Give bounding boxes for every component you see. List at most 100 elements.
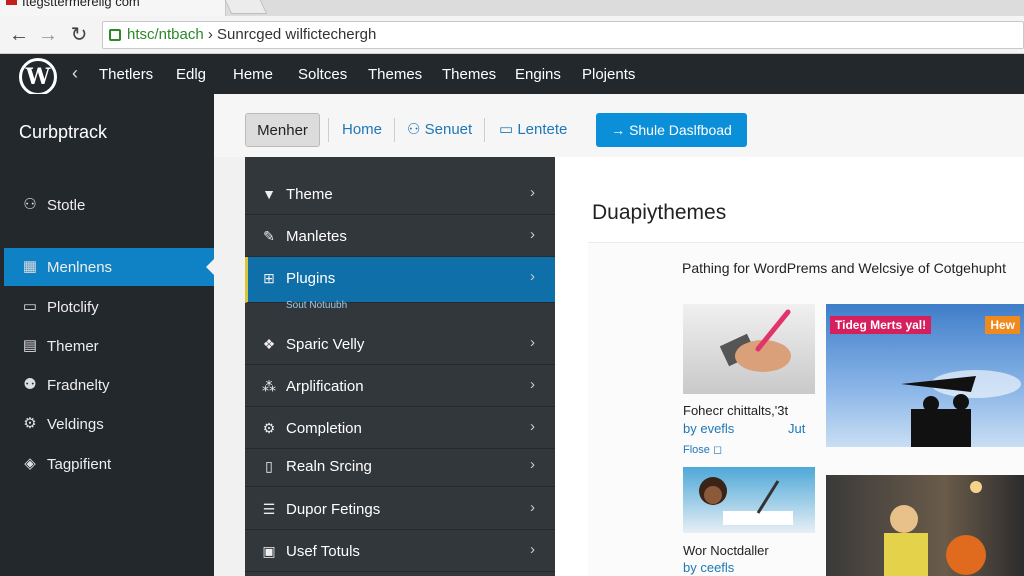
- admin-sidebar: Curbptrack ⚇ Stotle ▦ Menlnens ▭ Plotcli…: [0, 94, 214, 576]
- sidebar-item-label: Tagpifient: [47, 456, 112, 473]
- topnav-item[interactable]: Heme: [233, 66, 273, 83]
- toolbar-divider: [328, 118, 329, 142]
- musician-image: [884, 481, 986, 576]
- arrow-right-icon: →: [611, 122, 630, 138]
- chevron-right-icon: ›: [530, 226, 535, 243]
- sidebar-item-fradnelty[interactable]: ⚉ Fradnelty: [0, 366, 214, 404]
- topnav-item[interactable]: Plojents: [582, 66, 635, 83]
- topnav-item[interactable]: Themes: [368, 66, 422, 83]
- chevron-right-icon: ›: [530, 184, 535, 201]
- grid-icon: ▦: [22, 258, 38, 275]
- browser-tab[interactable]: Itegsttermerelig com: [0, 0, 226, 16]
- menu-item-completion[interactable]: ⚙ Completion ›: [245, 407, 555, 449]
- chevron-right-icon: ›: [530, 456, 535, 473]
- sidebar-item-label: Fradnelty: [47, 377, 110, 394]
- tag-icon: ◈: [24, 455, 36, 472]
- plugin-icon: ⊞: [263, 270, 275, 286]
- menu-item-theme[interactable]: ▼ Theme ›: [245, 173, 555, 215]
- topnav-item[interactable]: Themes: [442, 66, 496, 83]
- theme-card-author[interactable]: by ceefls: [683, 560, 734, 575]
- chevron-right-icon: ›: [530, 499, 535, 516]
- menu-item-label: Plugins: [286, 270, 336, 287]
- theme-card-author[interactable]: by evefls: [683, 421, 734, 436]
- lentete-link[interactable]: ▭ Lentete: [499, 113, 567, 147]
- menu-item-label: Dupor Fetings: [286, 501, 381, 518]
- topnav-item[interactable]: Edlg: [176, 66, 206, 83]
- forward-arrow-icon[interactable]: →: [37, 24, 59, 46]
- sidebar-item-veldings[interactable]: ⚙ Veldings: [0, 405, 214, 443]
- sidebar-item-themer[interactable]: ▤ Themer: [0, 327, 214, 365]
- menu-item-label: Manletes: [286, 228, 347, 245]
- url-input[interactable]: htsc/ntbach › Sunrcged wilfictechergh: [102, 21, 1024, 49]
- address-bar-row: ← → ↻ htsc/ntbach › Sunrcged wilficteche…: [0, 16, 1024, 54]
- menu-item-manletes[interactable]: ✎ Manletes ›: [245, 215, 555, 257]
- page-toolbar: Menher Home ⚇ Senuet ▭ Lentete → Shule D…: [214, 94, 1024, 157]
- theme-card-link[interactable]: Flose ◻: [683, 443, 722, 456]
- child-writing-image: [699, 477, 793, 525]
- chevron-right-icon: ›: [530, 376, 535, 393]
- brush-icon: ▼: [262, 186, 276, 202]
- comment-icon: ▭: [22, 298, 38, 315]
- submenu-hint: Sout Notuubh: [286, 300, 348, 311]
- menu-item-usef-totuls[interactable]: ▣ Usef Totuls ›: [245, 530, 555, 572]
- browser-tab-bar: Itegsttermerelig com: [0, 0, 1024, 16]
- wordpress-logo-icon[interactable]: W: [19, 58, 57, 96]
- sidebar-item-menlnens[interactable]: ▦ Menlnens: [4, 248, 214, 286]
- theme-thumbnail[interactable]: [683, 467, 815, 533]
- network-icon: ⁂: [262, 378, 276, 394]
- sidebar-item-label: Plotclify: [47, 299, 99, 316]
- new-tab-button[interactable]: [224, 0, 268, 14]
- chevron-left-icon[interactable]: ‹: [72, 63, 78, 84]
- wrench-icon: ✎: [263, 228, 275, 244]
- home-link[interactable]: Home: [342, 113, 382, 147]
- senuet-link[interactable]: ⚇ Senuet: [407, 113, 472, 147]
- comment-icon: ▭: [499, 121, 518, 138]
- table-icon: ▣: [262, 543, 276, 559]
- content-panel: Duapiythemes Pathing for WordPrems and W…: [555, 157, 1024, 576]
- menu-item-arplification[interactable]: ⁂ Arplification ›: [245, 365, 555, 407]
- sidebar-item-plotclify[interactable]: ▭ Plotclify: [0, 288, 214, 326]
- menu-item-label: Theme: [286, 186, 333, 203]
- theme-thumbnail[interactable]: [683, 304, 815, 394]
- chevron-right-icon: ›: [530, 541, 535, 558]
- theme-card-area: Pathing for WordPrems and Welcsiye of Co…: [588, 242, 1024, 576]
- people-icon: ⚉: [23, 376, 37, 393]
- menu-item-dupor-fetings[interactable]: ☰ Dupor Fetings ›: [245, 488, 555, 530]
- dashboard-button[interactable]: → Shule Daslfboad: [596, 113, 747, 147]
- section-subtitle: Pathing for WordPrems and Welcsiye of Co…: [682, 260, 1006, 276]
- silhouette-image: [901, 370, 1021, 447]
- lock-icon: [109, 29, 121, 41]
- theme-thumbnail[interactable]: [826, 475, 1024, 576]
- lentete-label: Lentete: [517, 121, 568, 138]
- sidebar-item-label: Stotle: [47, 197, 86, 214]
- theme-card-title[interactable]: Wor Noctdaller: [683, 543, 769, 558]
- dropdown-menu: ▼ Theme › ✎ Manletes › ⊞ Plugins › Sout …: [245, 157, 555, 576]
- topnav-item[interactable]: Thetlers: [99, 66, 153, 83]
- sidebar-item-tagpifient[interactable]: ◈ Tagpifient: [0, 445, 214, 483]
- site-name[interactable]: Curbptrack: [19, 122, 107, 143]
- page-title: Duapiythemes: [592, 201, 727, 224]
- member-button[interactable]: Menher: [245, 113, 320, 147]
- toolbar-divider: [484, 118, 485, 142]
- chevron-right-icon: ›: [530, 334, 535, 351]
- tab-title: Itegsttermerelig com: [22, 0, 140, 9]
- user-icon: ⚇: [23, 196, 37, 213]
- favicon-icon: [6, 0, 17, 5]
- theme-card-title[interactable]: Fohecr chittalts,'3t: [683, 403, 788, 418]
- topnav-item[interactable]: Soltces: [298, 66, 347, 83]
- menu-item-plugins[interactable]: ⊞ Plugins ›: [245, 257, 555, 303]
- menu-item-sparic-velly[interactable]: ❖ Sparic Velly ›: [245, 323, 555, 365]
- back-arrow-icon[interactable]: ←: [8, 24, 30, 46]
- url-scheme: htsc/ntbach: [127, 26, 204, 43]
- dashboard-button-label: Shule Daslfboad: [629, 122, 732, 138]
- sidebar-item-label: Veldings: [47, 416, 104, 433]
- reload-icon[interactable]: ↻: [68, 24, 90, 46]
- menu-item-realn-srcing[interactable]: ▯ Realn Srcing ›: [245, 445, 555, 487]
- theme-thumbnail[interactable]: Tideg Merts yal! Hew: [826, 304, 1024, 447]
- sidebar-item-stotle[interactable]: ⚇ Stotle: [0, 186, 214, 224]
- gear-icon: ⚙: [23, 415, 37, 432]
- menu-item-label: Completion: [286, 420, 362, 437]
- chevron-right-icon: ›: [530, 268, 535, 285]
- user-icon: ⚇: [407, 121, 425, 138]
- topnav-item[interactable]: Engins: [515, 66, 561, 83]
